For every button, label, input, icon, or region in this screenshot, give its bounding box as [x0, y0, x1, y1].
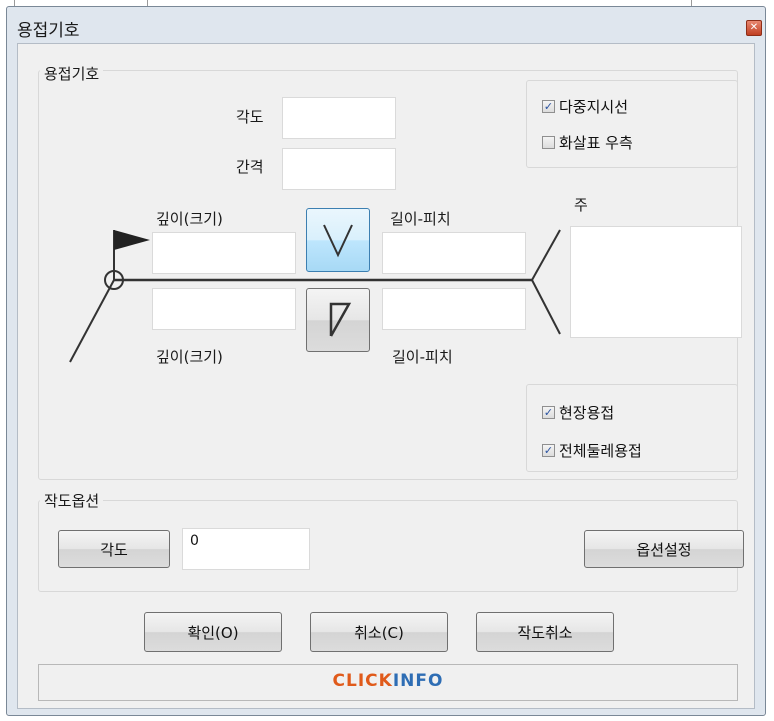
all-around-checkbox[interactable]: ✓ 전체둘레용접	[542, 440, 642, 461]
all-around-label: 전체둘레용접	[559, 442, 642, 460]
weld-symbol-dialog: 용접기호 ✕ 용접기호 각도 간격 ✓ 다중지시선 화살표 우측 깊이(크기) …	[6, 6, 766, 716]
cancel-button[interactable]: 취소(C)	[310, 612, 448, 652]
upper-weld-symbol-button[interactable]	[306, 208, 370, 272]
cancel-draw-button[interactable]: 작도취소	[476, 612, 614, 652]
note-input[interactable]	[570, 226, 742, 338]
field-weld-checkbox[interactable]: ✓ 현장용접	[542, 402, 614, 423]
tail-upper	[531, 229, 561, 281]
v-groove-weld-icon	[323, 224, 353, 258]
clickinfo-logo: CLICKINFO	[39, 671, 737, 691]
options-settings-button[interactable]: 옵션설정	[584, 530, 744, 568]
depth-lower-input[interactable]	[152, 288, 296, 330]
tail-lower	[531, 279, 561, 335]
length-pitch-lower-input[interactable]	[382, 288, 526, 330]
depth-upper-input[interactable]	[152, 232, 296, 274]
checkbox-checked-icon[interactable]: ✓	[542, 406, 555, 419]
close-icon[interactable]: ✕	[746, 20, 762, 36]
dialog-title: 용접기호	[17, 21, 80, 41]
bevel-groove-weld-icon	[329, 302, 352, 337]
ok-button[interactable]: 확인(O)	[144, 612, 282, 652]
length-pitch-upper-input[interactable]	[382, 232, 526, 274]
dialog-client-area: 용접기호 각도 간격 ✓ 다중지시선 화살표 우측 깊이(크기) 길이-피치 주…	[17, 43, 755, 709]
logo-part-info: INFO	[392, 671, 444, 691]
draw-angle-input[interactable]: 0	[182, 528, 310, 570]
checkbox-checked-icon[interactable]: ✓	[542, 444, 555, 457]
lower-weld-symbol-button[interactable]	[306, 288, 370, 352]
angle-button[interactable]: 각도	[58, 530, 170, 568]
title-bar[interactable]: 용접기호 ✕	[7, 7, 765, 43]
field-weld-label: 현장용접	[559, 404, 615, 422]
arrow-leader-line	[69, 279, 115, 363]
field-weld-flag-icon	[114, 230, 150, 250]
status-bar: CLICKINFO	[38, 664, 738, 701]
logo-part-click: CLICK	[332, 671, 393, 691]
draw-options-group-label: 작도옵션	[40, 490, 104, 511]
